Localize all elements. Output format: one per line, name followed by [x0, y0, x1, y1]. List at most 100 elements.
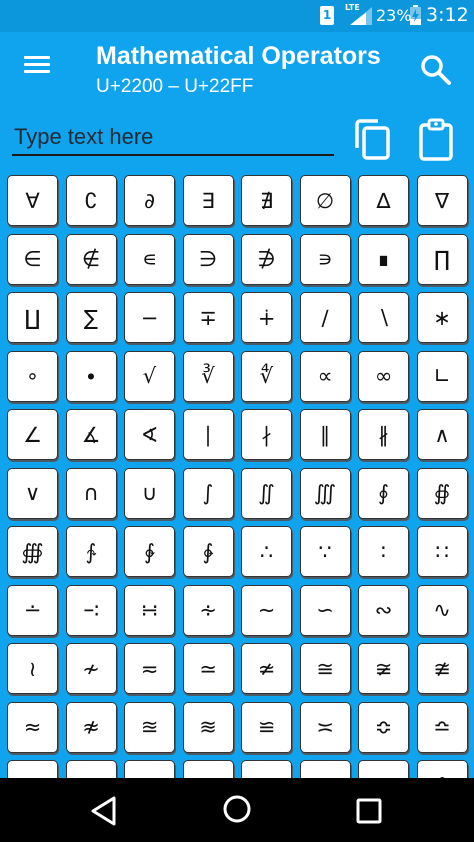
- char-key[interactable]: ≀: [7, 643, 58, 694]
- char-key[interactable]: ≅: [299, 643, 351, 694]
- char-key[interactable]: ≕: [299, 760, 351, 778]
- char-key[interactable]: ≖: [358, 760, 409, 778]
- recents-icon[interactable]: [352, 794, 386, 828]
- char-key[interactable]: ∯: [416, 467, 468, 519]
- char-key[interactable]: ∸: [7, 584, 58, 636]
- char-key[interactable]: ∻: [182, 584, 234, 636]
- char-key[interactable]: ∳: [182, 526, 234, 577]
- clock: 3:12: [426, 4, 469, 26]
- char-key[interactable]: ∧: [416, 409, 468, 460]
- home-icon[interactable]: [220, 792, 254, 826]
- char-key[interactable]: ∆: [358, 175, 409, 226]
- char-key[interactable]: ∣: [182, 409, 234, 460]
- char-key[interactable]: ∲: [124, 526, 175, 577]
- char-key[interactable]: ∇: [416, 175, 468, 226]
- char-key[interactable]: ≇: [416, 643, 468, 694]
- char-key[interactable]: ∛: [182, 350, 234, 402]
- char-key[interactable]: ∨: [7, 467, 58, 519]
- char-key[interactable]: ∭: [299, 467, 351, 519]
- char-key[interactable]: ∓: [182, 292, 234, 343]
- char-key[interactable]: ∤: [241, 409, 292, 460]
- char-key[interactable]: ∋: [182, 233, 234, 285]
- char-key[interactable]: ∬: [241, 467, 292, 519]
- char-key[interactable]: ∃: [182, 175, 234, 226]
- char-key[interactable]: ∎: [358, 233, 409, 285]
- clipboard-icon[interactable]: [418, 118, 454, 162]
- text-input[interactable]: [12, 120, 334, 156]
- char-key[interactable]: ∀: [7, 175, 58, 226]
- char-key[interactable]: ≁: [65, 643, 117, 694]
- char-key[interactable]: ≒: [124, 760, 175, 778]
- menu-icon[interactable]: [20, 52, 54, 84]
- char-key[interactable]: ∮: [358, 467, 409, 519]
- char-key[interactable]: ∘: [7, 350, 58, 402]
- char-key[interactable]: ∽: [299, 584, 351, 636]
- char-key[interactable]: −: [124, 292, 175, 343]
- char-key[interactable]: ∙: [65, 350, 117, 402]
- signal-icon: [350, 7, 372, 25]
- char-key[interactable]: ∪: [124, 467, 175, 519]
- char-key[interactable]: ∂: [124, 175, 175, 226]
- copy-icon[interactable]: [352, 118, 392, 162]
- char-key[interactable]: ∫: [182, 467, 234, 519]
- char-key[interactable]: ≆: [358, 643, 409, 694]
- char-key[interactable]: ∑: [65, 292, 117, 343]
- char-key[interactable]: ∡: [65, 409, 117, 460]
- char-key[interactable]: ∴: [241, 526, 292, 577]
- char-key[interactable]: ∩: [65, 467, 117, 519]
- char-key[interactable]: ∝: [299, 350, 351, 402]
- char-key[interactable]: ∌: [241, 233, 292, 285]
- char-key[interactable]: ∾: [358, 584, 409, 636]
- char-key[interactable]: ≗: [416, 760, 468, 778]
- char-key[interactable]: ∦: [358, 409, 409, 460]
- char-key[interactable]: ≈: [7, 701, 58, 753]
- char-key[interactable]: ∶: [358, 526, 409, 577]
- char-key[interactable]: ∿: [416, 584, 468, 636]
- char-key[interactable]: ∱: [65, 526, 117, 577]
- char-key[interactable]: ∉: [65, 233, 117, 285]
- back-icon[interactable]: [88, 794, 122, 828]
- char-key[interactable]: ∗: [416, 292, 468, 343]
- char-key[interactable]: ∅: [299, 175, 351, 226]
- char-key[interactable]: ∖: [358, 292, 409, 343]
- status-bar: 1 LTE 23% 3:12: [0, 0, 474, 32]
- char-key[interactable]: ∢: [124, 409, 175, 460]
- char-key[interactable]: ∔: [241, 292, 292, 343]
- char-key[interactable]: ∞: [358, 350, 409, 402]
- char-key[interactable]: ∰: [7, 526, 58, 577]
- char-key[interactable]: ∼: [241, 584, 292, 636]
- char-key[interactable]: ≎: [358, 701, 409, 753]
- char-key[interactable]: ∹: [65, 584, 117, 636]
- char-key[interactable]: ≊: [124, 701, 175, 753]
- char-key[interactable]: ≑: [65, 760, 117, 778]
- char-key[interactable]: √: [124, 350, 175, 402]
- char-key[interactable]: ∈: [7, 233, 58, 285]
- char-key[interactable]: ≃: [182, 643, 234, 694]
- char-key[interactable]: ∐: [7, 292, 58, 343]
- char-key[interactable]: ≉: [65, 701, 117, 753]
- char-key[interactable]: ≋: [182, 701, 234, 753]
- char-key[interactable]: ∄: [241, 175, 292, 226]
- char-key[interactable]: ≄: [241, 643, 292, 694]
- char-key[interactable]: ∺: [124, 584, 175, 636]
- search-icon[interactable]: [418, 52, 454, 88]
- char-key[interactable]: ∊: [124, 233, 175, 285]
- char-key[interactable]: ≏: [416, 701, 468, 753]
- char-key[interactable]: ∏: [416, 233, 468, 285]
- char-key[interactable]: ∥: [299, 409, 351, 460]
- char-key[interactable]: ∟: [416, 350, 468, 402]
- app-bar: Mathematical Operators U+2200 – U+22FF: [0, 32, 474, 104]
- char-key[interactable]: ∁: [65, 175, 117, 226]
- char-key[interactable]: ∕: [299, 292, 351, 343]
- char-key[interactable]: ∍: [299, 233, 351, 285]
- char-key[interactable]: ≍: [299, 701, 351, 753]
- char-key[interactable]: ≂: [124, 643, 175, 694]
- char-key[interactable]: ∵: [299, 526, 351, 577]
- char-key[interactable]: ∷: [416, 526, 468, 577]
- char-key[interactable]: ≔: [241, 760, 292, 778]
- char-key[interactable]: ≓: [182, 760, 234, 778]
- char-key[interactable]: ≐: [7, 760, 58, 778]
- char-key[interactable]: ≌: [241, 701, 292, 753]
- char-key[interactable]: ∠: [7, 409, 58, 460]
- char-key[interactable]: ∜: [241, 350, 292, 402]
